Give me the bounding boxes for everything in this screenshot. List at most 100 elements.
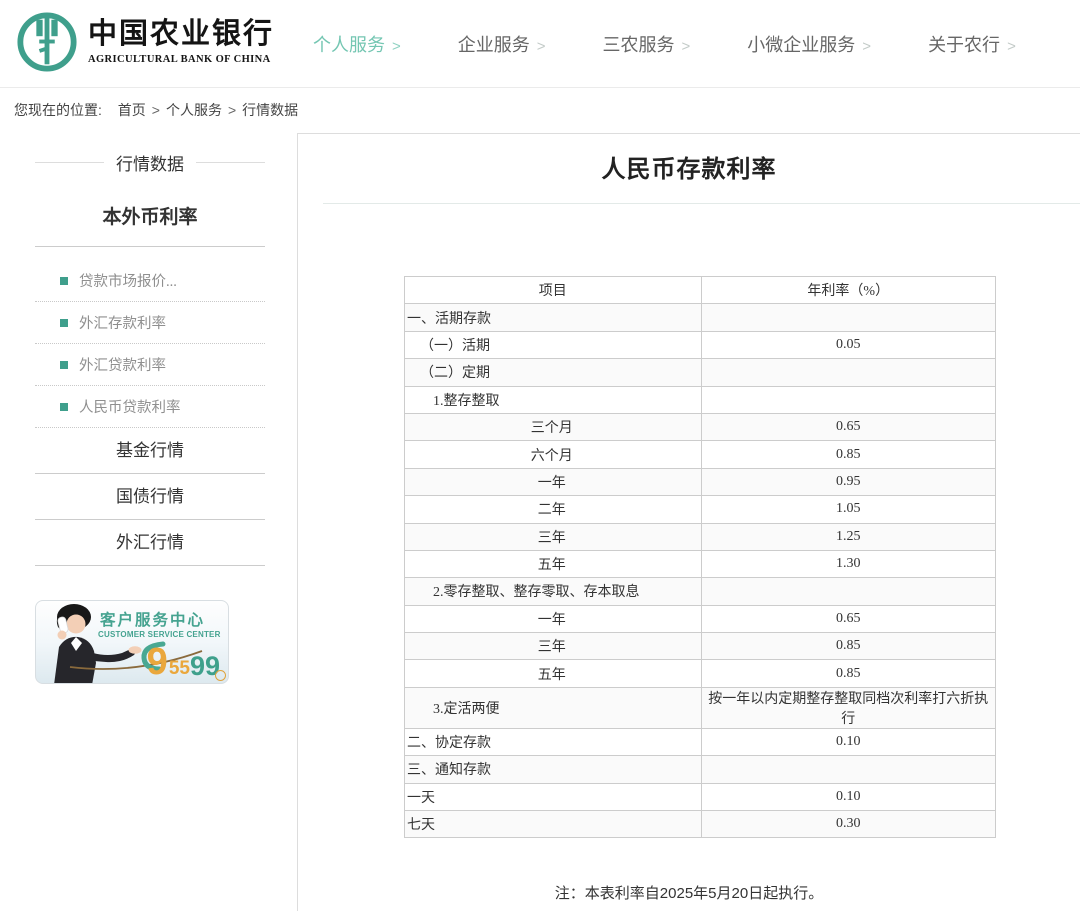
- nav-item-企业服务[interactable]: 企业服务>: [458, 31, 546, 57]
- cell-item: （二）定期: [405, 359, 702, 386]
- sidebar-item-外汇存款利率[interactable]: 外汇存款利率: [35, 302, 265, 344]
- sidebar-section-title: 行情数据: [116, 150, 184, 175]
- table-row: 一年0.65: [405, 605, 996, 632]
- effective-date-note: 注：本表利率自2025年5月20日起执行。: [298, 882, 1080, 903]
- chevron-right-icon: >: [392, 38, 401, 55]
- cell-item: 七天: [405, 811, 702, 838]
- sidebar-item-label: 人民币贷款利率: [79, 396, 181, 417]
- cell-item: 一天: [405, 783, 702, 810]
- nav-item-关于农行[interactable]: 关于农行 >: [928, 31, 1016, 57]
- table-header-row: 项目 年利率（%）: [405, 277, 996, 304]
- table-row: 三年1.25: [405, 523, 996, 550]
- cell-rate: 0.85: [701, 633, 996, 660]
- table-row: 1.整存整取: [405, 386, 996, 413]
- sidebar-item-benwaibi-lilv[interactable]: 本外币利率: [35, 202, 265, 247]
- cell-rate: 按一年以内定期整存整取同档次利率打六折执行: [701, 687, 996, 728]
- service-title-cn: 客户服务中心: [100, 608, 205, 630]
- sidebar-item-label: 外汇存款利率: [79, 312, 166, 333]
- table-row: 3.定活两便按一年以内定期整存整取同档次利率打六折执行: [405, 687, 996, 728]
- breadcrumb: 您现在的位置: 首页>个人服务>行情数据: [0, 88, 1080, 133]
- phone-digit-big: 9: [147, 646, 168, 678]
- abc-logo-icon: [16, 11, 78, 73]
- cell-rate: [701, 359, 996, 386]
- cell-rate: 0.85: [701, 660, 996, 687]
- sidebar-link-外汇行情[interactable]: 外汇行情: [35, 520, 265, 566]
- nav-item-三农服务[interactable]: 三农服务 >: [603, 31, 691, 57]
- cell-item: 一、活期存款: [405, 304, 702, 331]
- nav-item-label: 个人服务: [313, 35, 385, 55]
- sidebar-item-贷款市场报价[interactable]: 贷款市场报价...: [35, 260, 265, 302]
- square-bullet-icon: [60, 361, 68, 369]
- breadcrumb-label: 您现在的位置:: [14, 102, 102, 118]
- cell-item: 三个月: [405, 413, 702, 440]
- sidebar-link-国债行情[interactable]: 国债行情: [35, 474, 265, 520]
- table-row: （一）活期0.05: [405, 331, 996, 358]
- table-row: 三、通知存款: [405, 756, 996, 783]
- col-header-item: 项目: [405, 277, 702, 304]
- registered-badge-icon: [215, 670, 226, 681]
- sidebar: 行情数据 本外币利率 贷款市场报价...外汇存款利率外汇贷款利率人民币贷款利率 …: [35, 140, 265, 684]
- cell-rate: 0.65: [701, 605, 996, 632]
- cell-item: 2.零存整取、整存零取、存本取息: [405, 578, 702, 605]
- breadcrumb-link-个人服务[interactable]: 个人服务: [166, 102, 222, 118]
- cell-item: 三年: [405, 633, 702, 660]
- cell-rate: 0.10: [701, 783, 996, 810]
- sidebar-rate-links: 贷款市场报价... 外汇存款利率外汇贷款利率人民币贷款利率: [35, 260, 265, 428]
- table-row: 一天0.10: [405, 783, 996, 810]
- breadcrumb-link-行情数据[interactable]: 行情数据: [242, 102, 298, 118]
- table-row: 七天0.30: [405, 811, 996, 838]
- cell-rate: 0.30: [701, 811, 996, 838]
- customer-service-banner[interactable]: 客户服务中心 CUSTOMER SERVICE CENTER 9 55 99: [35, 600, 229, 684]
- table-row: 一年0.95: [405, 468, 996, 495]
- nav-item-label: 关于农行: [928, 35, 1000, 55]
- phone-digits-gold: 55: [169, 659, 190, 678]
- bank-logo[interactable]: 中国农业银行 AGRICULTURAL BANK OF CHINA: [16, 11, 274, 73]
- sidebar-item-人民币贷款利率[interactable]: 人民币贷款利率: [35, 386, 265, 428]
- cell-rate: 1.25: [701, 523, 996, 550]
- content-panel: 人民币存款利率 项目 年利率（%） 一、活期存款（一）活期0.05（二）定期1.…: [297, 133, 1080, 911]
- cell-rate: 1.05: [701, 496, 996, 523]
- cell-item: 三、通知存款: [405, 756, 702, 783]
- sidebar-section-title-row: 行情数据: [35, 150, 265, 175]
- table-row: 二、协定存款0.10: [405, 728, 996, 755]
- title-divider: [323, 203, 1080, 204]
- square-bullet-icon: [60, 277, 68, 285]
- breadcrumb-link-首页[interactable]: 首页: [118, 102, 146, 118]
- table-row: 二年1.05: [405, 496, 996, 523]
- decorative-line: [196, 162, 265, 163]
- nav-item-小微企业服务[interactable]: 小微企业服务 >: [747, 31, 871, 57]
- nav-item-label: 小微企业服务: [747, 35, 855, 55]
- nav-item-个人服务[interactable]: 个人服务 >: [313, 31, 401, 57]
- cell-rate: [701, 578, 996, 605]
- bank-name-cn: 中国农业银行: [88, 19, 274, 51]
- sidebar-item-label: 贷款市场报价...: [79, 270, 177, 291]
- service-phone-95599: 9 55 99: [147, 646, 220, 678]
- chevron-right-icon: >: [1007, 38, 1016, 55]
- breadcrumb-separator: >: [228, 102, 236, 118]
- nav-item-label: 企业服务: [458, 35, 530, 55]
- chevron-right-icon: >: [682, 38, 691, 55]
- sidebar-item-label: 外汇贷款利率: [79, 354, 166, 375]
- nav-item-label: 三农服务: [603, 35, 675, 55]
- table-row: 五年1.30: [405, 550, 996, 577]
- cell-item: 二、协定存款: [405, 728, 702, 755]
- cell-rate: 1.30: [701, 550, 996, 577]
- table-row: （二）定期: [405, 359, 996, 386]
- sidebar-market-links: 基金行情国债行情外汇行情: [35, 428, 265, 566]
- cell-rate: [701, 304, 996, 331]
- cell-item: 1.整存整取: [405, 386, 702, 413]
- table-row: 六个月0.85: [405, 441, 996, 468]
- sidebar-link-基金行情[interactable]: 基金行情: [35, 428, 265, 474]
- table-row: 三年0.85: [405, 633, 996, 660]
- table-row: 五年0.85: [405, 660, 996, 687]
- cell-item: 3.定活两便: [405, 687, 702, 728]
- chevron-right-icon: >: [862, 38, 871, 55]
- decorative-line: [35, 162, 104, 163]
- cell-rate: 0.95: [701, 468, 996, 495]
- cell-rate: 0.65: [701, 413, 996, 440]
- page-title: 人民币存款利率: [298, 134, 1080, 184]
- cell-item: 三年: [405, 523, 702, 550]
- sidebar-item-外汇贷款利率[interactable]: 外汇贷款利率: [35, 344, 265, 386]
- cell-item: （一）活期: [405, 331, 702, 358]
- square-bullet-icon: [60, 319, 68, 327]
